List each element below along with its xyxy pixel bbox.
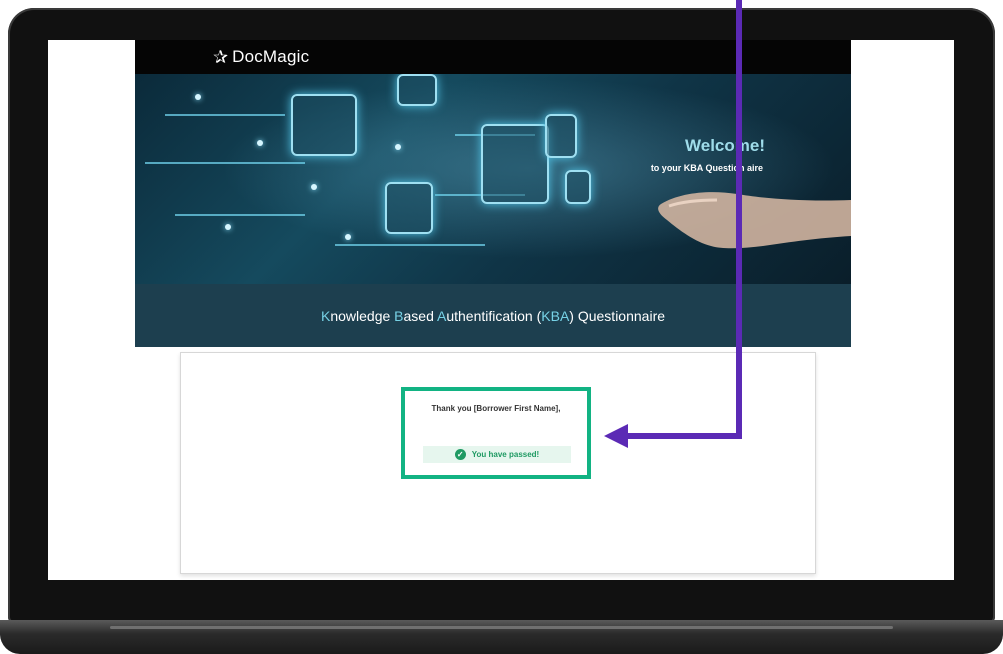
top-bar: ✰ DocMagic xyxy=(135,40,851,74)
kba-title-part: KBA xyxy=(541,307,570,324)
check-circle-icon: ✓ xyxy=(454,449,466,460)
result-highlight-box: Thank you [Borrower First Name], ✓ You h… xyxy=(401,387,591,479)
passed-status: ✓ You have passed! xyxy=(423,446,571,463)
result-card: Thank you [Borrower First Name], ✓ You h… xyxy=(180,352,816,574)
welcome-subtitle: to your KBA Question aire xyxy=(650,163,763,173)
welcome-title: Welcome! xyxy=(685,136,765,155)
circuit-dot xyxy=(257,140,263,146)
kba-title-part: K xyxy=(320,307,331,324)
kba-title: Knowledge Based Authentification (KBA) Q… xyxy=(321,308,665,324)
circuit-dot xyxy=(195,94,201,100)
circuit-dot xyxy=(395,144,401,150)
document-stack-icon xyxy=(481,124,549,204)
document-icon xyxy=(397,74,437,106)
star-icon: ✰ xyxy=(213,46,229,67)
logo-text: DocMagic xyxy=(232,47,310,66)
laptop-base xyxy=(0,620,1003,654)
kba-title-bar: Knowledge Based Authentification (KBA) Q… xyxy=(135,284,851,347)
hero-banner: Welcome! to your KBA Question aire xyxy=(135,74,851,284)
passed-status-text: You have passed! xyxy=(471,450,540,459)
circuit-line xyxy=(145,162,305,164)
circuit-dot xyxy=(345,234,351,240)
document-icon xyxy=(565,170,591,204)
circuit-dot xyxy=(225,224,231,230)
thank-you-message: Thank you [Borrower First Name], xyxy=(431,404,561,413)
pointing-hand-image xyxy=(658,192,851,249)
circuit-dot xyxy=(311,184,317,190)
kba-title-part: nowledge xyxy=(330,307,395,324)
binder-icon xyxy=(385,182,433,234)
lock-document-icon xyxy=(291,94,357,156)
app-window: ✰ DocMagic Welcome! to your KBA Question… xyxy=(135,40,851,580)
kba-title-part: A xyxy=(436,307,447,324)
kba-title-part: B xyxy=(394,307,404,324)
circuit-line xyxy=(175,214,305,216)
document-icon xyxy=(545,114,577,158)
kba-title-part: ased xyxy=(403,307,437,324)
kba-title-part: ) Questionnaire xyxy=(569,307,666,324)
kba-title-part: uthentification ( xyxy=(446,307,542,324)
screen: ✰ DocMagic Welcome! to your KBA Question… xyxy=(48,40,954,580)
circuit-line xyxy=(165,114,285,116)
circuit-line xyxy=(335,244,485,246)
